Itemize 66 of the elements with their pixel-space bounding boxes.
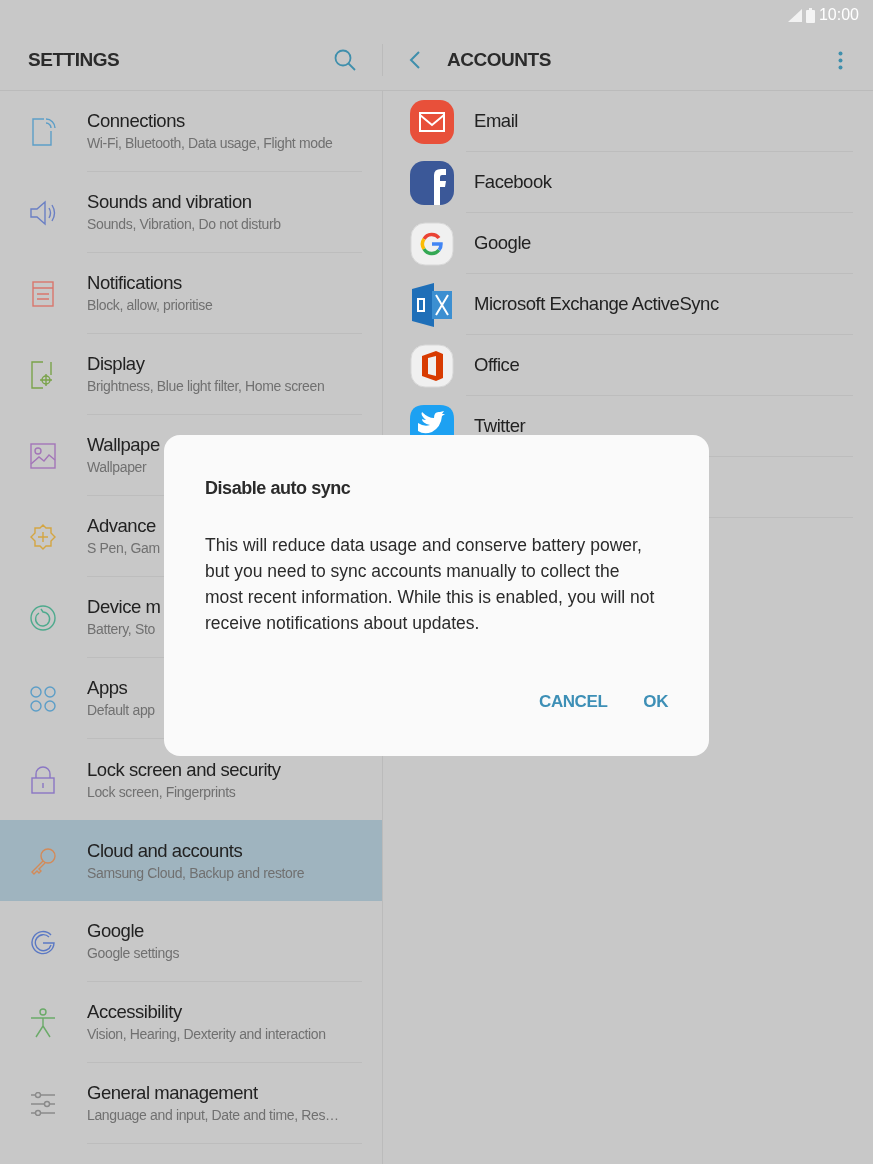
display-brightness-icon	[30, 360, 55, 389]
item-subtitle: Vision, Hearing, Dexterity and interaction	[87, 1025, 326, 1044]
speaker-icon	[28, 199, 57, 226]
header-title: SETTINGS	[28, 47, 120, 72]
sliders-icon	[29, 1091, 56, 1116]
item-title: Google	[87, 919, 144, 943]
item-title: Advance	[87, 514, 156, 538]
notification-panel-icon	[31, 280, 54, 307]
image-icon	[29, 442, 56, 469]
gear-plus-icon	[28, 522, 57, 551]
phone-wifi-icon	[29, 116, 56, 147]
account-name[interactable]: Microsoft Exchange ActiveSync	[474, 290, 719, 318]
envelope-app-icon	[410, 99, 454, 144]
item-subtitle: Wi-Fi, Bluetooth, Data usage, Flight mode	[87, 134, 333, 153]
apps-grid-icon	[29, 685, 56, 712]
settings-item[interactable]: General management Language and input, Date and time, Res…	[0, 1063, 382, 1144]
item-subtitle: S Pen, Gam	[87, 539, 160, 558]
more-options-icon[interactable]	[838, 50, 843, 70]
item-title: Lock screen and security	[87, 757, 281, 782]
account-name[interactable]: Email	[474, 107, 518, 135]
padlock-icon	[30, 765, 55, 794]
item-subtitle: Wallpaper	[87, 458, 147, 477]
item-title: General management	[87, 1081, 258, 1105]
settings-item[interactable]: Google Google settings	[0, 901, 382, 982]
g-app-icon	[410, 221, 454, 266]
item-subtitle: Block, allow, prioritise	[87, 296, 213, 315]
g-outline-icon	[29, 928, 56, 955]
exchange-app-icon	[410, 282, 454, 327]
dialog-title: Disable auto sync	[205, 477, 352, 500]
settings-item[interactable]: Connections Wi-Fi, Bluetooth, Data usage, Flight mode	[0, 91, 382, 172]
item-title: Display	[87, 352, 145, 376]
item-title: Connections	[87, 109, 185, 133]
item-subtitle: Default app	[87, 701, 155, 720]
refresh-circle-icon	[28, 603, 57, 632]
settings-item[interactable]: Lock screen and security Lock screen, Fingerprints	[0, 739, 382, 820]
person-icon	[29, 1007, 56, 1038]
item-title: Device m	[87, 595, 161, 619]
account-name[interactable]: Office	[474, 351, 520, 379]
settings-item[interactable]: Accessibility Vision, Hearing, Dexterity and interaction	[0, 982, 382, 1063]
item-subtitle: Google settings	[87, 944, 180, 963]
item-subtitle: Sounds, Vibration, Do not disturb	[87, 215, 281, 234]
item-subtitle: Language and input, Date and time, Res…	[87, 1106, 339, 1125]
item-title: Apps	[87, 676, 128, 700]
item-subtitle: Lock screen, Fingerprints	[87, 782, 236, 802]
item-subtitle: Brightness, Blue light filter, Home screen	[87, 377, 325, 396]
item-title: Accessibility	[87, 1000, 182, 1024]
office-app-icon	[410, 343, 454, 388]
header-title: ACCOUNTS	[447, 47, 552, 72]
item-title: Wallpape	[87, 433, 160, 457]
signal-icon	[787, 8, 802, 22]
letter-f-app-icon	[410, 160, 454, 205]
battery-icon	[805, 7, 815, 23]
account-name[interactable]: Google	[474, 229, 531, 257]
item-subtitle: Battery, Sto	[87, 620, 155, 639]
item-subtitle: Samsung Cloud, Backup and restore	[87, 863, 305, 883]
item-title: Cloud and accounts	[87, 838, 243, 863]
account-name[interactable]: Facebook	[474, 168, 552, 196]
search-icon[interactable]	[334, 49, 356, 71]
settings-item[interactable]: Sounds and vibration Sounds, Vibration, Do not disturb	[0, 172, 382, 253]
back-icon[interactable]	[409, 50, 421, 70]
item-title: Sounds and vibration	[87, 190, 252, 214]
settings-item[interactable]: Display Brightness, Blue light filter, Home screen	[0, 334, 382, 415]
settings-item[interactable]: Notifications Block, allow, prioritise	[0, 253, 382, 334]
item-title: Notifications	[87, 271, 182, 295]
dialog-message: This will reduce data usage and conserve battery power, but you need to sync accounts manually to collect the most recent information. While this is enabled, you will not receive notifications about updates.	[205, 534, 655, 635]
settings-item[interactable]: Cloud and accounts Samsung Cloud, Backup and restore	[0, 820, 382, 901]
